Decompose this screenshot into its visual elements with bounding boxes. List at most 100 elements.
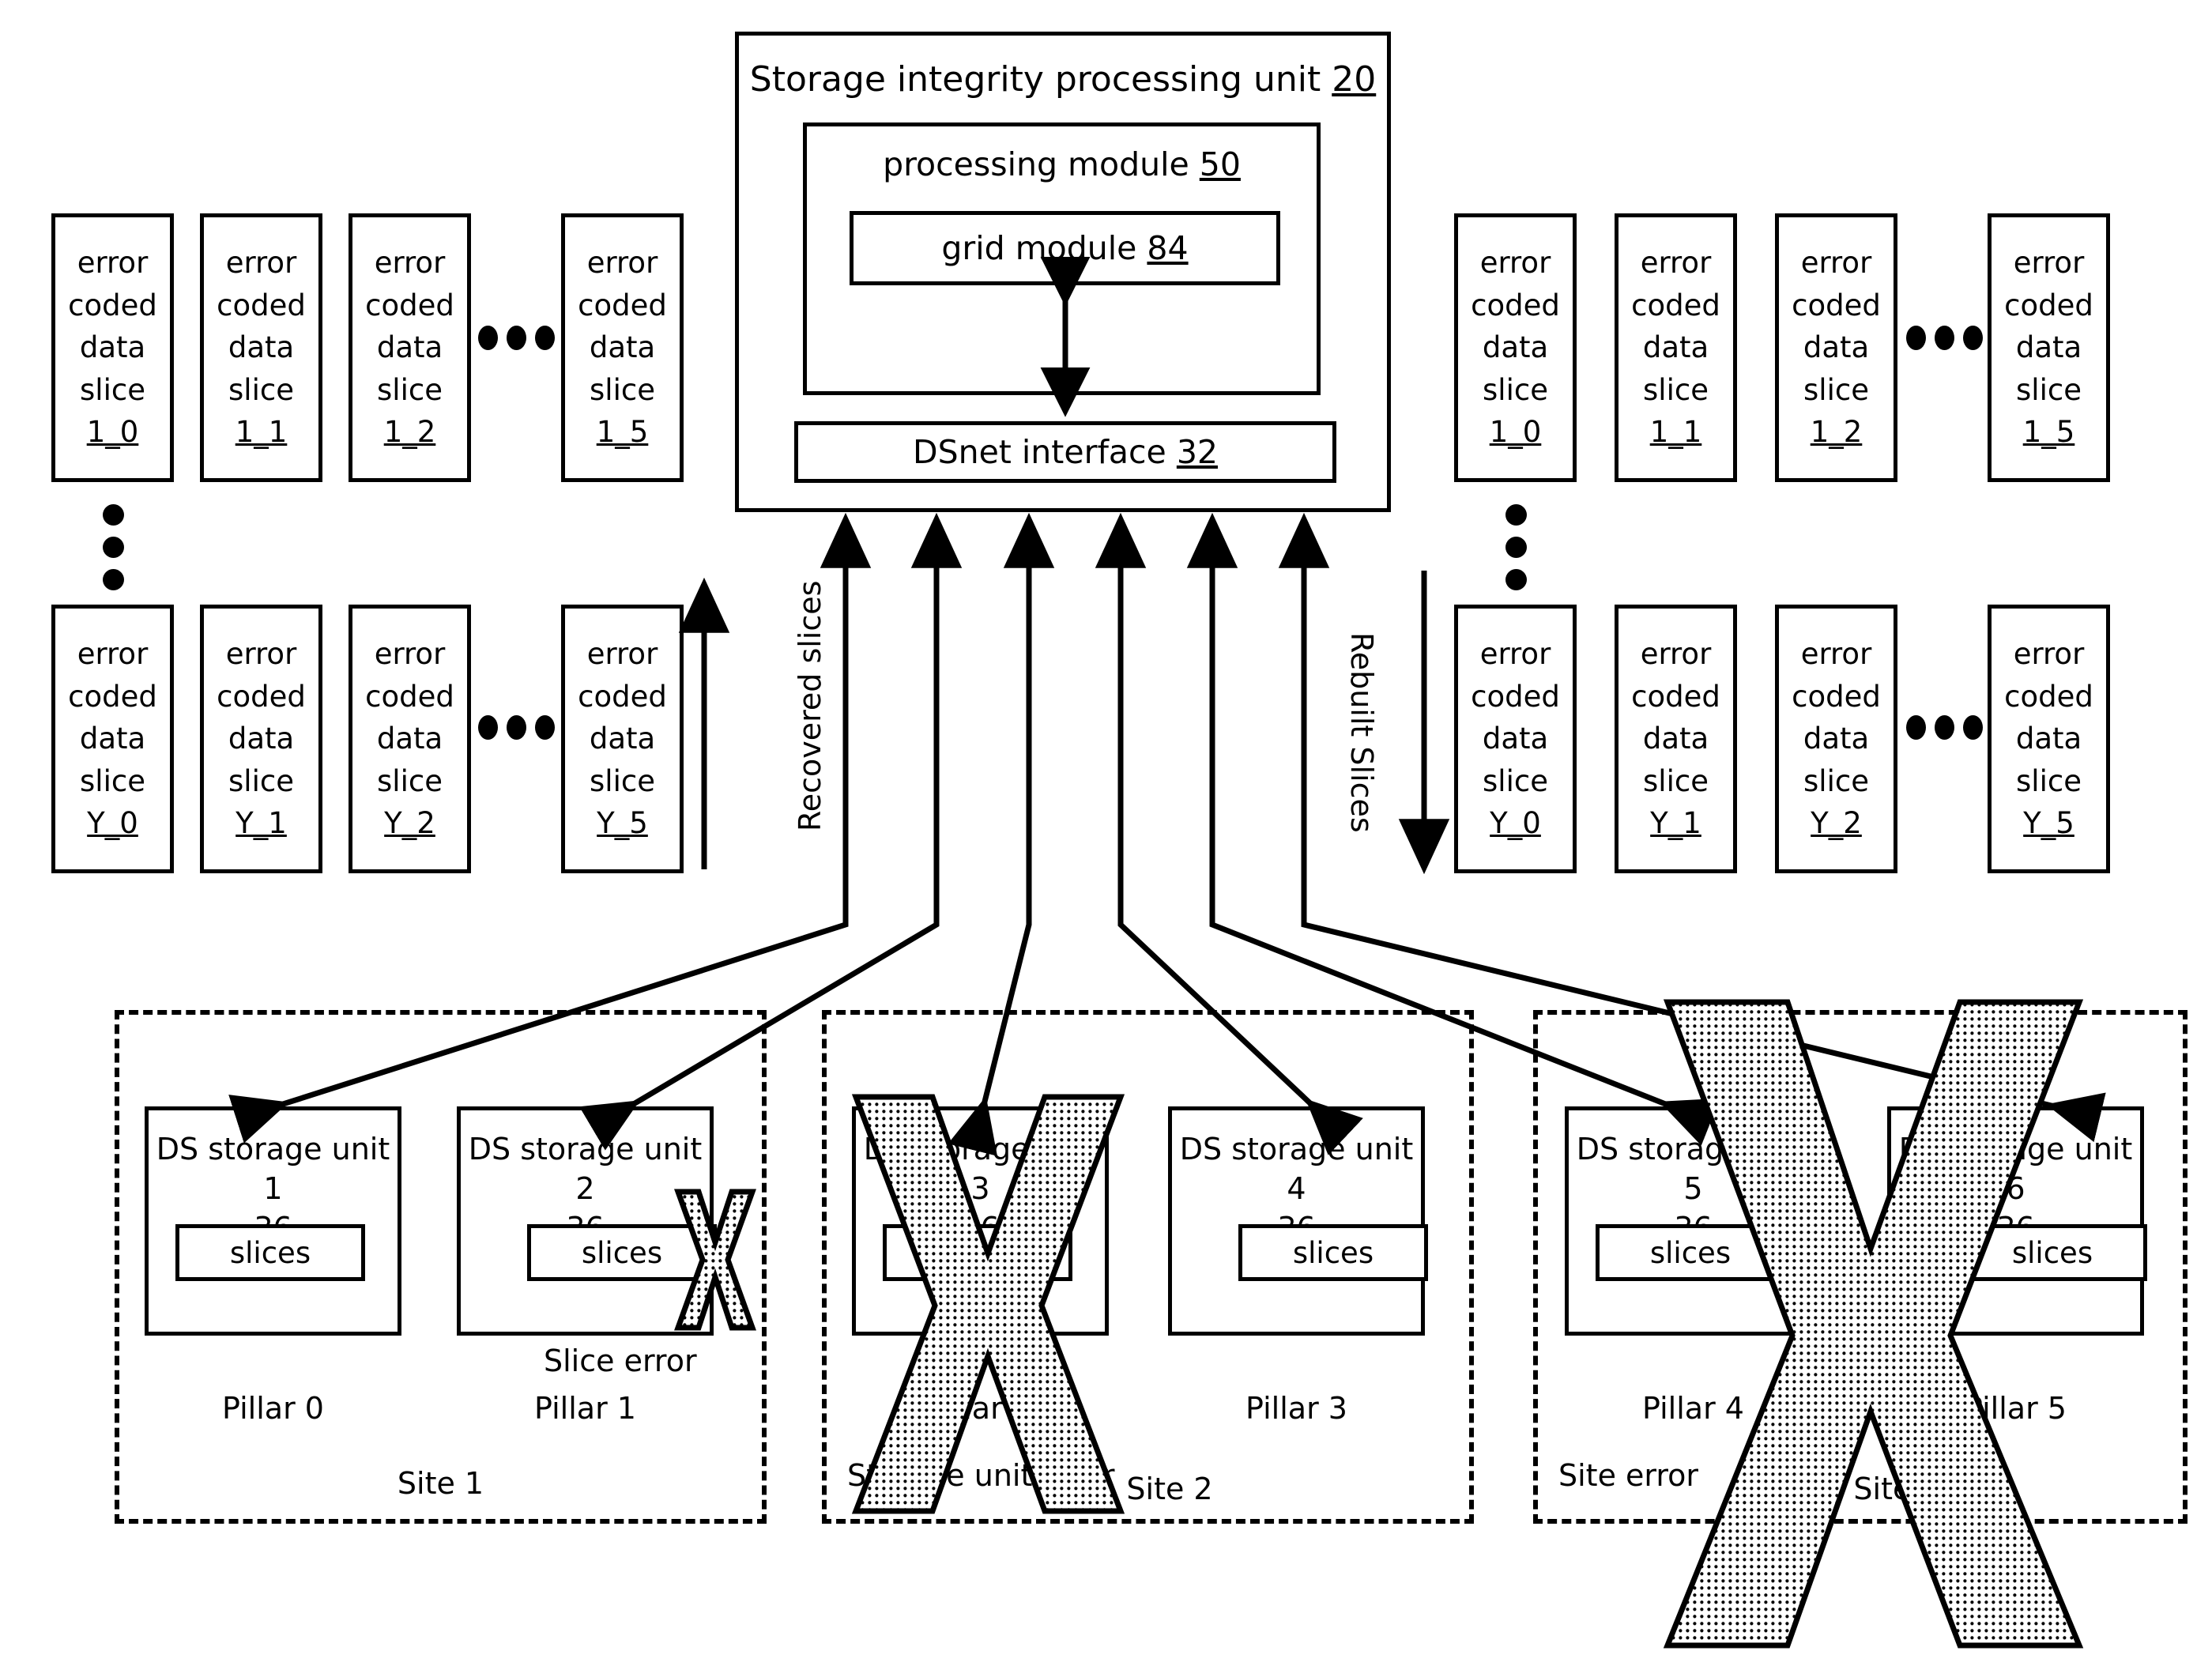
storage-integrity-processing-unit-label: Storage integrity processing unit (749, 59, 1321, 100)
slice-line-4: slice (1803, 763, 1869, 798)
slice-box: error coded data slice Y_0 (1454, 605, 1577, 873)
diagram-canvas: error coded data slice 1_0 error coded d… (0, 0, 2212, 1662)
slice-line-3: data (589, 330, 656, 365)
slice-line-2: coded (1631, 679, 1720, 714)
slice-id: 1_0 (1489, 415, 1542, 450)
horizontal-ellipsis-icon (1906, 715, 1983, 740)
slice-id: 1_2 (1810, 415, 1863, 450)
rebuilt-slices-label: Rebuilt Slices (1344, 632, 1379, 833)
slice-box: error coded data slice 1_2 (1775, 213, 1897, 482)
slice-line-1: error (225, 636, 297, 671)
slice-line-1: error (77, 245, 149, 280)
ds-storage-unit-5-slices: slices (1596, 1224, 1785, 1281)
slice-line-4: slice (228, 372, 294, 407)
slice-line-2: coded (578, 679, 667, 714)
slice-box: error coded data slice Y_0 (51, 605, 174, 873)
slice-line-4: slice (2016, 372, 2082, 407)
slice-id: Y_0 (87, 806, 138, 841)
slice-line-2: coded (365, 288, 454, 322)
site-1-label: Site 1 (397, 1466, 484, 1501)
slice-line-2: coded (1471, 679, 1560, 714)
pillar-0-label: Pillar 0 (222, 1391, 324, 1426)
slice-id: Y_1 (1650, 806, 1701, 841)
pillar-3-label: Pillar 3 (1245, 1391, 1347, 1426)
slice-line-2: coded (68, 679, 157, 714)
slice-line-2: coded (2004, 679, 2093, 714)
slice-line-1: error (1800, 245, 1872, 280)
slice-line-4: slice (377, 763, 443, 798)
dsnet-interface-ref: 32 (1176, 433, 1218, 471)
slice-line-2: coded (68, 288, 157, 322)
slice-line-3: data (1642, 722, 1709, 756)
slice-line-1: error (2013, 636, 2085, 671)
slice-box: error coded data slice Y_2 (349, 605, 471, 873)
slice-line-3: data (79, 722, 146, 756)
slice-box: error coded data slice 1_1 (200, 213, 322, 482)
slice-box: error coded data slice Y_1 (200, 605, 322, 873)
slice-line-1: error (77, 636, 149, 671)
slice-box: error coded data slice 1_5 (561, 213, 684, 482)
slice-line-2: coded (578, 288, 667, 322)
grid-module-label: grid module (941, 229, 1137, 267)
slice-line-4: slice (2016, 763, 2082, 798)
ds-storage-unit-3-slices: slices (883, 1224, 1072, 1281)
slice-line-2: coded (217, 288, 306, 322)
ds-storage-unit-2-label: DS storage unit 2 (468, 1132, 703, 1207)
slice-line-3: data (589, 722, 656, 756)
slice-line-2: coded (217, 679, 306, 714)
site-error-label: Site error (1558, 1458, 1699, 1493)
slice-box: error coded data slice 1_5 (1988, 213, 2110, 482)
slice-id: Y_0 (1490, 806, 1541, 841)
ds-storage-unit-4: DS storage unit 4 36 (1168, 1106, 1425, 1336)
slice-line-2: coded (1471, 288, 1560, 322)
dsnet-interface: DSnet interface 32 (794, 421, 1336, 483)
pillar-2-label: Pillar 2 (929, 1391, 1031, 1426)
vertical-ellipsis-icon (103, 504, 124, 590)
slice-id: Y_2 (384, 806, 435, 841)
slice-box: error coded data slice 1_0 (1454, 213, 1577, 482)
slice-line-2: coded (2004, 288, 2093, 322)
slice-box: error coded data slice 1_2 (349, 213, 471, 482)
ds-storage-unit-2: DS storage unit 2 36 (457, 1106, 714, 1336)
dsnet-interface-label: DSnet interface (913, 433, 1166, 471)
slice-line-3: data (228, 330, 295, 365)
slice-line-1: error (1640, 636, 1712, 671)
slice-box: error coded data slice 1_0 (51, 213, 174, 482)
slice-line-2: coded (1792, 679, 1881, 714)
slice-line-4: slice (590, 763, 655, 798)
slice-line-3: data (376, 722, 443, 756)
horizontal-ellipsis-icon (1906, 326, 1983, 350)
slice-line-1: error (586, 245, 658, 280)
slice-line-1: error (2013, 245, 2085, 280)
slice-line-3: data (376, 330, 443, 365)
site-3-label: Site 3 (1853, 1472, 1940, 1506)
slice-line-1: error (374, 245, 446, 280)
slice-line-3: data (79, 330, 146, 365)
ds-storage-unit-5: DS storage unit 5 36 (1565, 1106, 1822, 1336)
vertical-ellipsis-icon (1505, 504, 1527, 590)
slice-line-4: slice (80, 372, 145, 407)
horizontal-ellipsis-icon (478, 326, 555, 350)
ds-storage-unit-6: DS storage unit 6 36 (1887, 1106, 2144, 1336)
slice-line-4: slice (1483, 372, 1548, 407)
grid-module-ref: 84 (1147, 229, 1189, 267)
slice-id: Y_5 (2023, 806, 2074, 841)
slice-line-3: data (228, 722, 295, 756)
slice-line-4: slice (1803, 372, 1869, 407)
slice-line-4: slice (1483, 763, 1548, 798)
slice-line-3: data (1482, 722, 1549, 756)
slice-line-3: data (1803, 330, 1870, 365)
grid-module: grid module 84 (850, 211, 1280, 285)
recovered-slices-label: Recovered slices (793, 580, 827, 831)
slice-line-4: slice (1643, 372, 1709, 407)
slice-line-3: data (1482, 330, 1549, 365)
ds-storage-unit-6-label: DS storage unit 6 (1898, 1132, 2133, 1207)
slice-box: error coded data slice Y_5 (1988, 605, 2110, 873)
processing-module-title: processing module 50 (807, 145, 1317, 183)
slice-box: error coded data slice Y_2 (1775, 605, 1897, 873)
slice-line-4: slice (80, 763, 145, 798)
slice-id: 1_1 (235, 415, 288, 450)
slice-line-1: error (1640, 245, 1712, 280)
pillar-4-label: Pillar 4 (1642, 1391, 1744, 1426)
slice-line-1: error (374, 636, 446, 671)
